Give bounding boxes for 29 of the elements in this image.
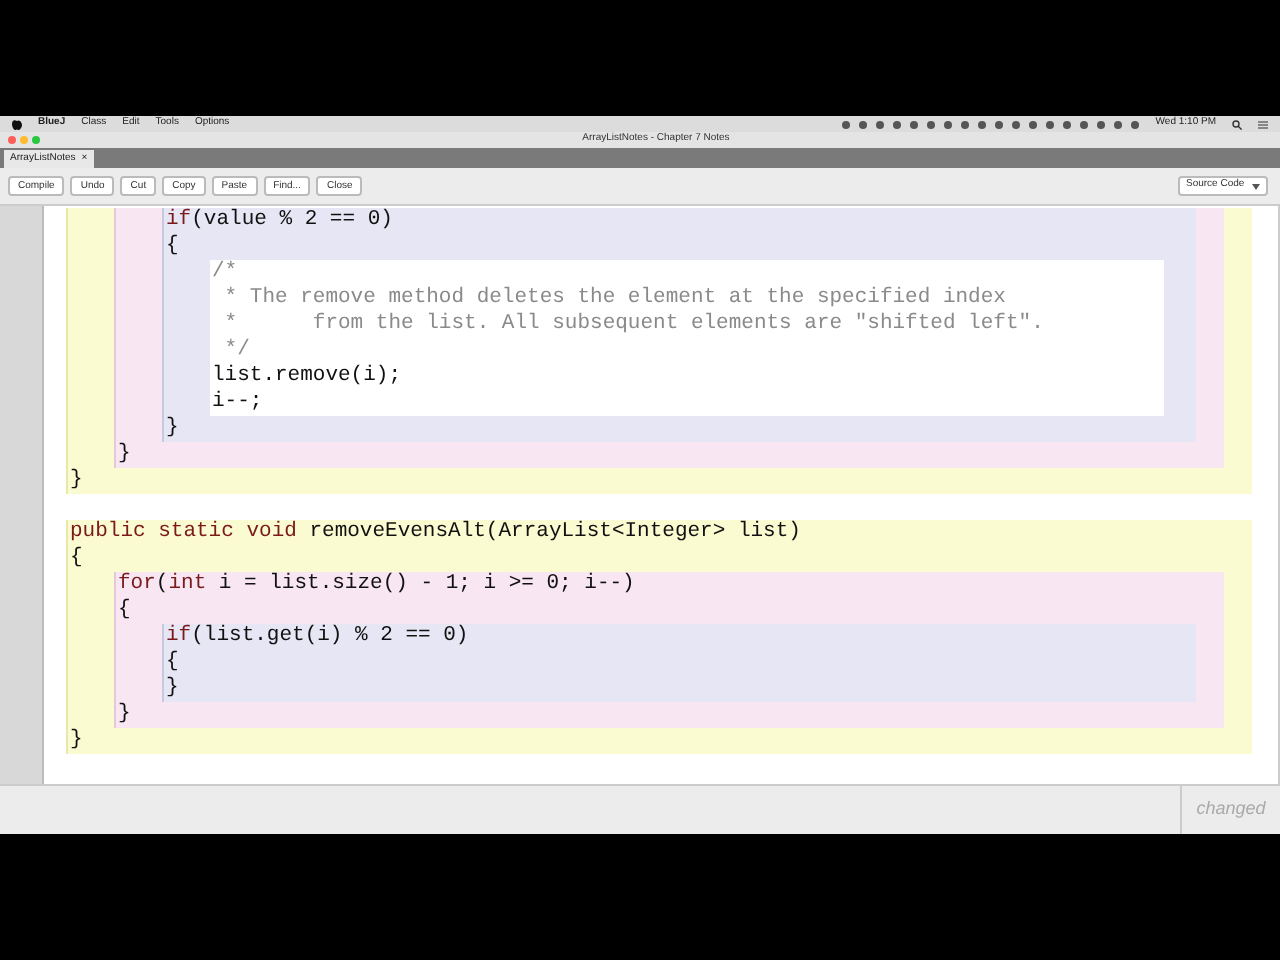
code-line: } <box>116 702 133 728</box>
caret-icon <box>1252 183 1260 189</box>
maximize-icon[interactable] <box>32 136 40 144</box>
code-line: { <box>164 650 181 676</box>
search-icon[interactable] <box>1232 119 1242 129</box>
close-window-icon[interactable] <box>8 136 16 144</box>
code-line: * The remove method deletes the element at the specified index <box>222 286 1008 312</box>
code-line: for(int i = list.size() - 1; i >= 0; i--) <box>116 572 637 598</box>
status-icons[interactable] <box>839 119 1140 129</box>
code-line: i--; <box>210 390 265 416</box>
code-line: if(value % 2 == 0) <box>164 208 395 234</box>
code-line: * from the list. All subsequent elements are "shifted left". <box>222 312 1046 338</box>
code-line: } <box>68 468 85 494</box>
code-line: /* <box>210 260 240 286</box>
code-line: { <box>68 546 85 572</box>
minimize-icon[interactable] <box>20 136 28 144</box>
code-line: } <box>68 728 85 754</box>
code-line: } <box>116 442 133 468</box>
code-line: } <box>164 676 181 702</box>
status-text: changed <box>1196 796 1266 823</box>
menu-icon[interactable] <box>1258 119 1268 129</box>
apple-icon[interactable] <box>12 118 22 130</box>
code-line: list.remove(i); <box>210 364 404 390</box>
code-line: } <box>164 416 181 442</box>
code-line: if(list.get(i) % 2 == 0) <box>164 624 471 650</box>
code-line: */ <box>222 338 252 364</box>
code-line: public static void removeEvensAlt(ArrayList<Integer> list) <box>68 520 803 546</box>
code-line: { <box>164 234 181 260</box>
code-line: { <box>116 598 133 624</box>
